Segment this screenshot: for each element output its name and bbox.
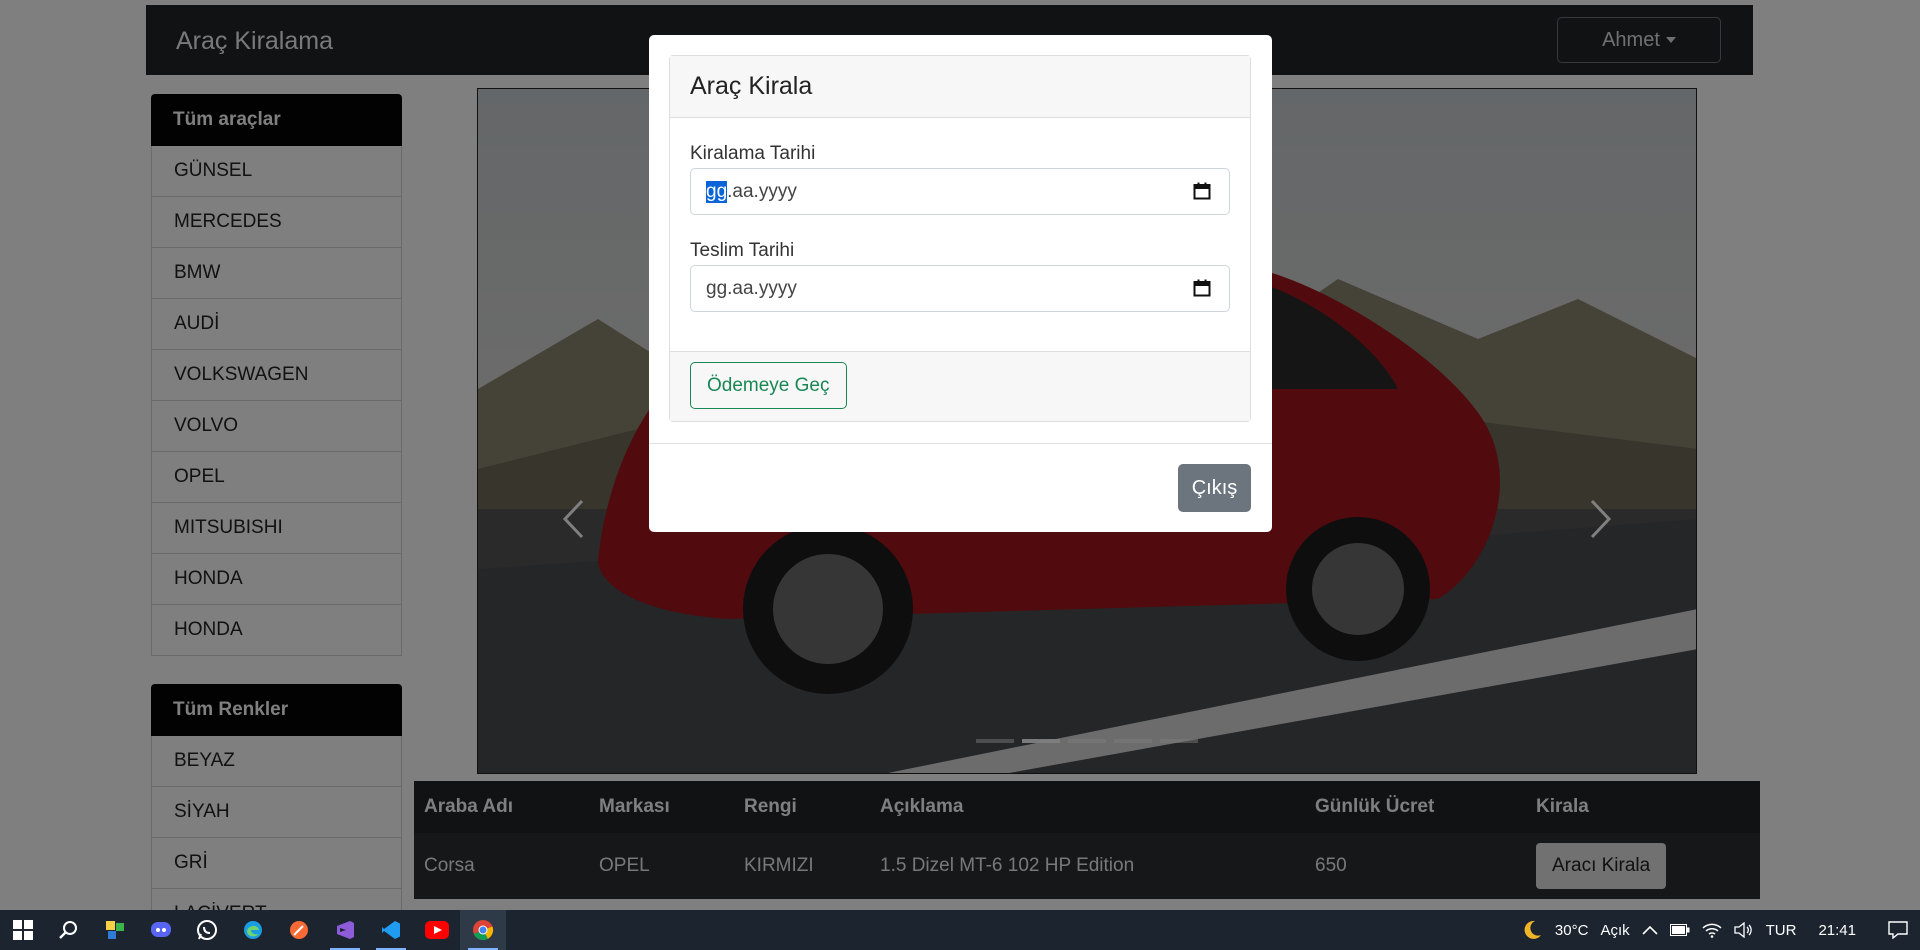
edge-icon[interactable] bbox=[230, 910, 276, 950]
modal-divider bbox=[649, 443, 1272, 444]
weather-temperature[interactable]: 30°C bbox=[1555, 922, 1589, 939]
rent-date-day-segment[interactable]: gg bbox=[706, 180, 728, 203]
clock-time[interactable]: 21:41 bbox=[1818, 922, 1856, 939]
weather-condition[interactable]: Açık bbox=[1600, 922, 1629, 939]
wifi-icon[interactable] bbox=[1702, 922, 1722, 938]
return-date-input[interactable]: gg.aa.yyyy bbox=[690, 265, 1230, 312]
card-footer: Ödemeye Geç bbox=[670, 351, 1250, 421]
proceed-to-payment-button[interactable]: Ödemeye Geç bbox=[690, 362, 847, 409]
start-icon[interactable] bbox=[0, 910, 46, 950]
rent-date-input[interactable]: gg .aa.yyyy bbox=[690, 168, 1230, 215]
postman-icon[interactable] bbox=[276, 910, 322, 950]
moon-weather-icon[interactable] bbox=[1521, 919, 1543, 941]
youtube-icon[interactable] bbox=[414, 910, 460, 950]
vscode-icon[interactable] bbox=[368, 910, 414, 950]
calendar-icon[interactable] bbox=[1193, 182, 1211, 200]
modal-title: Araç Kirala bbox=[670, 56, 1250, 118]
discord-icon[interactable] bbox=[138, 910, 184, 950]
sticky-notes-icon[interactable] bbox=[92, 910, 138, 950]
close-modal-button[interactable]: Çıkış bbox=[1178, 464, 1251, 512]
chrome-icon[interactable] bbox=[460, 910, 506, 950]
system-tray: 30°C Açık TUR 21:41 bbox=[1521, 910, 1920, 950]
chevron-up-icon[interactable] bbox=[1642, 925, 1658, 935]
rent-date-rest: .aa.yyyy bbox=[727, 180, 797, 202]
return-date-label: Teslim Tarihi bbox=[690, 240, 795, 261]
volume-icon[interactable] bbox=[1733, 922, 1754, 938]
return-date-placeholder: gg.aa.yyyy bbox=[706, 277, 797, 299]
rent-modal: Araç Kirala Kiralama Tarihi gg .aa.yyyy T… bbox=[649, 35, 1272, 532]
notification-center-icon[interactable] bbox=[1888, 921, 1908, 939]
visual-studio-icon[interactable] bbox=[322, 910, 368, 950]
whatsapp-icon[interactable] bbox=[184, 910, 230, 950]
calendar-icon[interactable] bbox=[1193, 279, 1211, 297]
rent-form-card: Araç Kirala Kiralama Tarihi gg .aa.yyyy T… bbox=[669, 55, 1251, 422]
input-language[interactable]: TUR bbox=[1766, 922, 1797, 939]
rent-date-label: Kiralama Tarihi bbox=[690, 143, 816, 164]
windows-taskbar: 30°C Açık TUR 21:41 bbox=[0, 910, 1920, 950]
search-icon[interactable] bbox=[46, 910, 92, 950]
battery-icon[interactable] bbox=[1669, 924, 1690, 936]
